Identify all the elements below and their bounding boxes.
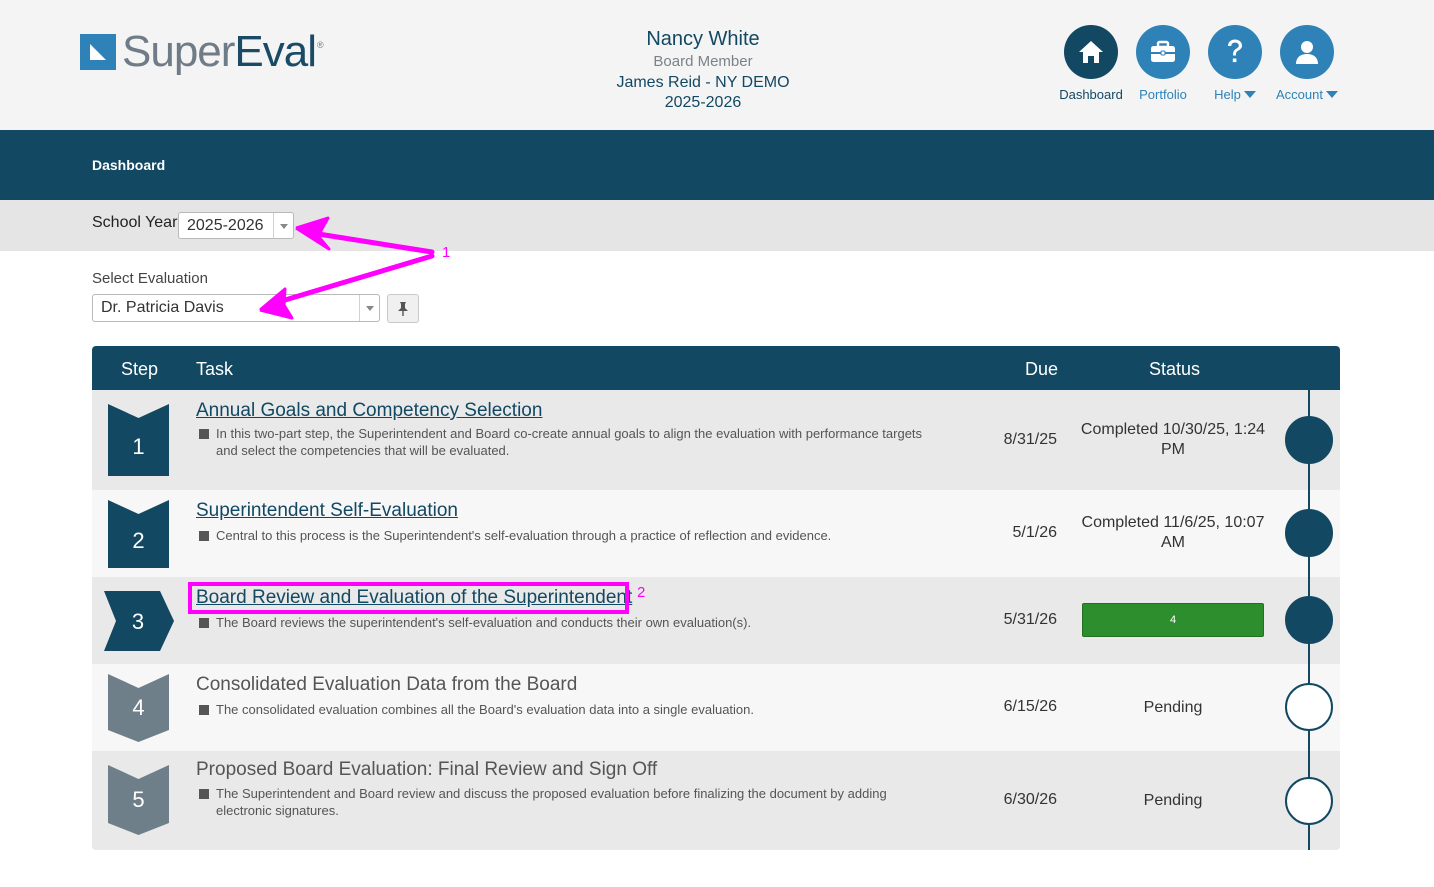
task-description: The consolidated evaluation combines all… [196,701,936,718]
user-info: Nancy White Board Member James Reid - NY… [560,26,846,113]
breadcrumb-bar: Dashboard [0,130,1434,200]
briefcase-icon [1136,25,1190,79]
progress-value: 4 [1169,614,1177,626]
step-badge: 2 [108,500,169,568]
annotation-number-1: 1 [442,244,451,261]
nav-portfolio-label: Portfolio [1139,87,1187,102]
step-number: 2 [132,528,145,553]
superEval-logo[interactable]: SuperEval® [80,27,324,76]
chevron-down-icon [1243,91,1256,98]
pin-icon [398,301,408,316]
task-description: In this two-part step, the Superintenden… [196,425,936,459]
step-number: 1 [132,434,145,459]
user-role: Board Member [653,53,753,70]
task-description: Central to this process is the Superinte… [196,527,936,544]
task-title-link[interactable]: Annual Goals and Competency Selection [196,400,542,422]
chevron-down-icon [1326,91,1338,98]
select-evaluation-label: Select Evaluation [92,270,208,287]
status-text: Completed 10/30/25, 1:24 PM [1080,421,1266,458]
table-row: 2 Superintendent Self-Evaluation Central… [92,490,1340,577]
nav-dashboard-label: Dashboard [1059,87,1123,102]
table-header: Step Task Due Status [92,346,1340,390]
school-year-select[interactable]: 2025-2026 [178,212,294,239]
logo-wordmark: SuperEval® [122,27,324,76]
chevron-down-icon[interactable] [273,213,293,238]
top-header: SuperEval® Nancy White Board Member Jame… [0,0,1434,130]
task-title-link[interactable]: Superintendent Self-Evaluation [196,500,458,522]
nav-account-text: Account [1276,87,1323,102]
user-name: Nancy White [646,28,760,50]
step-number: 3 [131,609,145,634]
timeline-node-complete [1285,416,1333,464]
nav-account[interactable]: Account [1276,25,1338,102]
breadcrumb[interactable]: Dashboard [92,157,165,173]
table-row: 5 Proposed Board Evaluation: Final Revie… [92,751,1340,850]
task-description: The Superintendent and Board review and … [196,785,936,819]
step-badge: 1 [108,404,169,476]
timeline-node-pending [1285,777,1333,825]
chevron-down-icon[interactable] [359,295,379,321]
nav-account-label: Account [1276,87,1338,102]
table-row: 1 Annual Goals and Competency Selection … [92,390,1340,490]
header-due: Due [1025,359,1059,379]
due-date: 5/31/26 [1003,611,1057,628]
user-district: James Reid - NY DEMO [616,74,790,91]
pin-button[interactable] [387,294,419,323]
status-text: Completed 11/6/25, 10:07 AM [1081,514,1265,551]
step-badge-pending: 4 [108,674,169,742]
annotation-number-2: 2 [637,584,646,601]
header-nav: Dashboard Portfolio Help Account [1059,25,1338,102]
task-title: Proposed Board Evaluation: Final Review … [196,759,658,780]
school-year-value: 2025-2026 [187,217,264,234]
task-title: Consolidated Evaluation Data from the Bo… [196,674,578,695]
evaluation-select[interactable]: Dr. Patricia Davis [92,294,380,322]
header-step: Step [121,359,159,379]
due-date: 8/31/25 [1003,431,1057,448]
progress-bar[interactable]: 4 [1082,603,1264,637]
timeline-node-current [1285,596,1333,644]
school-year-label: School Year: [92,214,182,231]
logo-text-eval: Eval [234,27,317,76]
table-row: 4 Consolidated Evaluation Data from the … [92,664,1340,751]
timeline-node-complete [1285,509,1333,557]
task-description: The Board reviews the superintendent's s… [196,614,936,631]
table-row-current: 3 Board Review and Evaluation of the Sup… [92,577,1340,664]
nav-help-text: Help [1214,87,1241,102]
home-icon [1064,25,1118,79]
steps-table: Step Task Due Status 1 Annual Goals and … [92,346,1340,850]
due-date: 6/30/26 [1003,791,1057,808]
user-icon [1280,25,1334,79]
step-number: 4 [132,695,145,720]
status-text: Pending [1143,699,1203,716]
logo-mark-icon [80,34,116,70]
user-year: 2025-2026 [664,94,742,111]
school-year-bar: School Year: 2025-2026 [0,200,1434,251]
due-date: 5/1/26 [1012,524,1057,541]
header-status: Status [1149,359,1201,379]
step-badge-pending: 5 [108,765,169,835]
step-badge-current: 3 [104,591,174,651]
nav-portfolio[interactable]: Portfolio [1136,25,1190,102]
due-date: 6/15/26 [1003,698,1057,715]
question-icon [1208,25,1262,79]
nav-help-label: Help [1214,87,1256,102]
logo-text-super: Super [122,27,235,76]
step-number: 5 [132,787,145,812]
status-text: Pending [1143,792,1203,809]
header-task: Task [196,359,234,379]
task-title-link[interactable]: Board Review and Evaluation of the Super… [196,587,632,609]
timeline-node-pending [1285,683,1333,731]
nav-help[interactable]: Help [1208,25,1262,102]
registered-mark: ® [317,40,324,50]
nav-dashboard[interactable]: Dashboard [1059,25,1123,102]
evaluation-value: Dr. Patricia Davis [101,299,224,316]
